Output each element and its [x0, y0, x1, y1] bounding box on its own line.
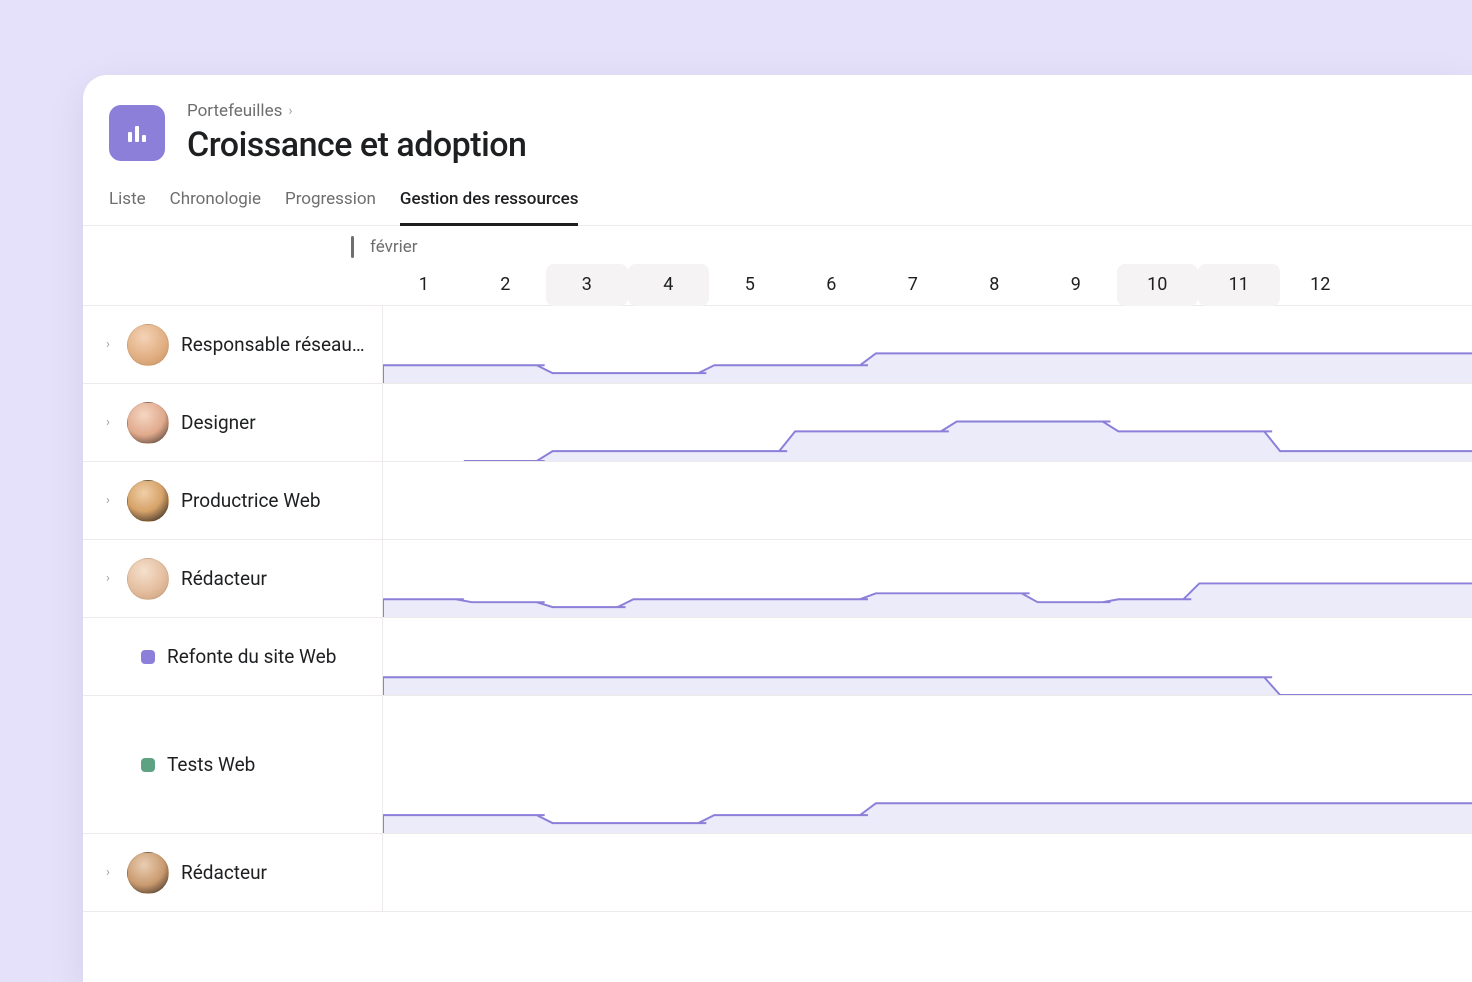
portfolio-chart-icon — [109, 105, 165, 161]
row-sidebar[interactable]: › Rédacteur — [83, 540, 383, 617]
row-sidebar[interactable]: › Productrice Web — [83, 462, 383, 539]
header-top: Portefeuilles › Croissance et adoption — [109, 101, 1446, 165]
tabs: Liste Chronologie Progression Gestion de… — [83, 183, 1472, 226]
project-name-label: Tests Web — [167, 753, 366, 776]
avatar[interactable] — [127, 324, 169, 366]
month-tick-icon — [351, 236, 354, 258]
avatar[interactable] — [127, 558, 169, 600]
month-name: février — [370, 237, 418, 257]
row-sidebar[interactable]: Refonte du site Web — [83, 618, 383, 695]
workload-chart[interactable] — [383, 834, 1472, 911]
row-sidebar[interactable]: › Designer — [83, 384, 383, 461]
row-sidebar[interactable]: › Responsable réseaux… — [83, 306, 383, 383]
tab-chronologie[interactable]: Chronologie — [170, 183, 261, 226]
chevron-right-icon: › — [288, 103, 292, 119]
person-role-label: Rédacteur — [181, 567, 366, 590]
workload-chart[interactable] — [383, 306, 1472, 383]
timeline-header: février 123456789101112 — [83, 226, 1472, 306]
resource-row: Tests Web — [83, 696, 1472, 834]
resource-row: › Responsable réseaux… — [83, 306, 1472, 384]
timeline-day-11[interactable]: 11 — [1198, 264, 1280, 306]
timeline-day-9[interactable]: 9 — [1035, 264, 1117, 306]
chevron-right-icon[interactable]: › — [101, 337, 115, 352]
resource-row: › Rédacteur — [83, 834, 1472, 912]
tab-gestion-ressources[interactable]: Gestion des ressources — [400, 183, 579, 226]
chevron-right-icon[interactable]: › — [101, 493, 115, 508]
workload-chart[interactable] — [383, 384, 1472, 461]
project-color-icon — [141, 758, 155, 772]
breadcrumb[interactable]: Portefeuilles › — [187, 101, 526, 121]
resource-row: › Productrice Web — [83, 462, 1472, 540]
workload-chart[interactable] — [383, 462, 1472, 539]
timeline: février 123456789101112 ›Responsable rés… — [83, 226, 1472, 912]
timeline-day-5[interactable]: 5 — [709, 264, 791, 306]
timeline-day-2[interactable]: 2 — [465, 264, 547, 306]
timeline-day-8[interactable]: 8 — [954, 264, 1036, 306]
chevron-right-icon[interactable]: › — [101, 571, 115, 586]
timeline-month-label: février — [351, 236, 418, 258]
person-role-label: Rédacteur — [181, 861, 366, 884]
timeline-day-1[interactable]: 1 — [383, 264, 465, 306]
header-text: Portefeuilles › Croissance et adoption — [187, 101, 526, 165]
timeline-day-3[interactable]: 3 — [546, 264, 628, 306]
breadcrumb-root[interactable]: Portefeuilles — [187, 101, 282, 121]
avatar[interactable] — [127, 402, 169, 444]
row-sidebar[interactable]: Tests Web — [83, 696, 383, 833]
project-color-icon — [141, 650, 155, 664]
person-role-label: Designer — [181, 411, 366, 434]
tab-liste[interactable]: Liste — [109, 183, 146, 226]
timeline-days-row: 123456789101112 — [383, 264, 1472, 306]
person-role-label: Responsable réseaux… — [181, 333, 366, 356]
timeline-day-7[interactable]: 7 — [872, 264, 954, 306]
person-role-label: Productrice Web — [181, 489, 366, 512]
header: Portefeuilles › Croissance et adoption L… — [83, 75, 1472, 226]
workload-chart[interactable] — [383, 540, 1472, 617]
resource-row: › Designer — [83, 384, 1472, 462]
resource-row: Refonte du site Web — [83, 618, 1472, 696]
resource-row: › Rédacteur — [83, 540, 1472, 618]
workload-chart[interactable] — [383, 618, 1472, 695]
row-sidebar[interactable]: › Rédacteur — [83, 834, 383, 911]
chevron-right-icon[interactable]: › — [101, 415, 115, 430]
timeline-day-10[interactable]: 10 — [1117, 264, 1199, 306]
avatar[interactable] — [127, 480, 169, 522]
timeline-day-12[interactable]: 12 — [1280, 264, 1362, 306]
project-name-label: Refonte du site Web — [167, 645, 366, 668]
app-window: Portefeuilles › Croissance et adoption L… — [83, 75, 1472, 982]
timeline-day-4[interactable]: 4 — [628, 264, 710, 306]
timeline-day-6[interactable]: 6 — [791, 264, 873, 306]
avatar[interactable] — [127, 852, 169, 894]
page-title: Croissance et adoption — [187, 125, 526, 165]
tab-progression[interactable]: Progression — [285, 183, 376, 226]
resource-rows: › Responsable réseaux… › Designer › Productri… — [83, 306, 1472, 912]
workload-chart[interactable] — [383, 696, 1472, 833]
chevron-right-icon[interactable]: › — [101, 865, 115, 880]
